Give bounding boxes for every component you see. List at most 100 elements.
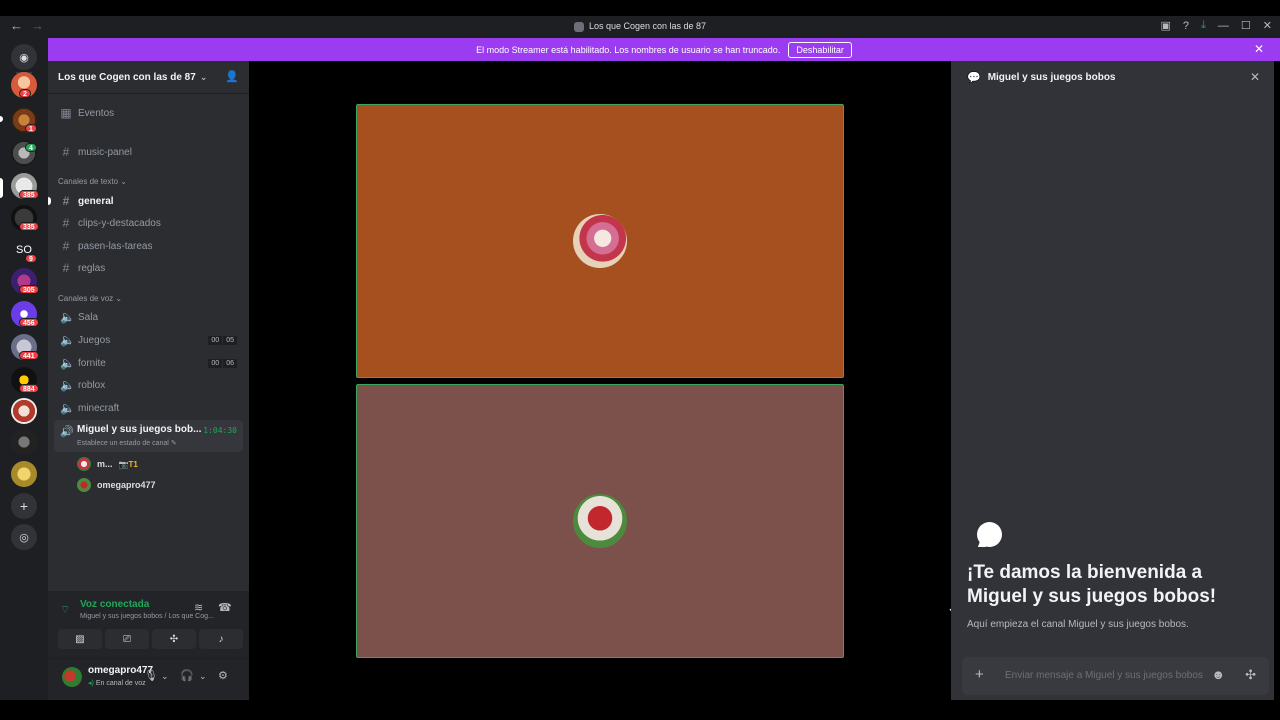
unread-pill <box>0 116 3 122</box>
avatar <box>77 478 91 492</box>
participant-tile[interactable] <box>356 384 844 658</box>
channel-reglas[interactable]: # reglas <box>54 258 243 278</box>
call-timer: 1:04:30 <box>203 426 237 435</box>
voice-location[interactable]: Miguel y sus juegos bobos / Los que Cog.… <box>80 613 214 620</box>
voice-channel-roblox[interactable]: 🔈 roblox <box>54 375 243 395</box>
unread-badge: 2 <box>19 89 31 98</box>
camera-icon: 📷 <box>118 459 129 469</box>
chat-bubble-icon <box>977 522 1002 547</box>
emoji-icon[interactable]: ☻ <box>1211 667 1225 682</box>
apps-icon[interactable]: ✣ <box>1245 667 1256 683</box>
server-icon[interactable] <box>11 398 37 424</box>
participant-tile[interactable] <box>356 104 844 378</box>
close-icon[interactable]: ✕ <box>1250 70 1260 84</box>
hash-icon: # <box>62 261 70 275</box>
voice-channel-active[interactable]: 🔊 Miguel y sus juegos bob... Establece u… <box>54 420 243 452</box>
microphone-icon[interactable]: 🎙 <box>144 669 158 682</box>
channel-label: general <box>78 195 114 207</box>
minimize-icon[interactable]: — <box>1218 20 1229 32</box>
speaker-icon: 🔈 <box>60 333 75 347</box>
calendar-icon: ▦ <box>60 106 72 120</box>
voice-channel-fornite[interactable]: 🔈 fornite 00 06 <box>54 353 243 373</box>
title-bar: ← → Los que Cogen con las de 87 ▣ ? ⤓ — … <box>0 16 1280 38</box>
soundboard-icon[interactable]: ♪ <box>199 629 243 649</box>
unread-badge: 441 <box>19 351 39 360</box>
voice-user[interactable]: m... 📷T1 <box>77 457 138 471</box>
unread-badge: 335 <box>19 222 39 231</box>
channel-label: fornite <box>78 357 106 369</box>
message-placeholder: Enviar mensaje a Miguel y sus juegos bob… <box>1005 670 1203 681</box>
headphones-icon[interactable]: 🎧 <box>180 669 194 682</box>
chevron-down-icon: ⌄ <box>115 294 123 303</box>
selected-pill <box>0 178 3 198</box>
server-rail: ◉ 2 1 4 385 335 SO 9 305 456 441 884 + ◎ <box>0 38 48 700</box>
voice-category[interactable]: Canales de voz ⌄ <box>58 294 122 303</box>
hash-icon: # <box>62 145 70 159</box>
download-icon[interactable]: ⤓ <box>1201 19 1206 32</box>
disconnect-icon[interactable]: ☎ <box>218 601 232 614</box>
text-category[interactable]: Canales de texto ⌄ <box>58 177 127 186</box>
discord-home-icon[interactable]: ◉ <box>11 44 37 70</box>
voice-channel-sala[interactable]: 🔈 Sala <box>54 307 243 327</box>
camera-off-icon[interactable]: ▨ <box>58 629 102 649</box>
speaker-icon: 🔈 <box>60 401 75 415</box>
user-panel: omegapro477 ◂) En canal de voz 🎙 ⌄ 🎧 ⌄ ⚙ <box>48 659 249 700</box>
screen-share-icon[interactable]: ⎚ <box>105 629 149 649</box>
discover-icon[interactable]: ◎ <box>11 524 37 550</box>
message-input[interactable]: + Enviar mensaje a Miguel y sus juegos b… <box>962 657 1269 695</box>
server-icon[interactable] <box>11 461 37 487</box>
channel-label: clips-y-destacados <box>78 217 161 229</box>
chevron-down-icon[interactable]: ⌄ <box>199 671 207 682</box>
channel-label: Juegos <box>78 334 111 346</box>
voice-channel-minecraft[interactable]: 🔈 minecraft <box>54 398 243 418</box>
unread-badge: 1 <box>25 124 37 133</box>
channel-label: reglas <box>78 262 106 274</box>
signal-icon[interactable]: ⌔ <box>60 603 70 617</box>
chat-header-title: Miguel y sus juegos bobos <box>987 72 1116 83</box>
add-server-icon[interactable]: + <box>11 493 37 519</box>
close-icon[interactable]: ✕ <box>1254 42 1264 56</box>
activities-icon[interactable]: ✣ <box>152 629 196 649</box>
voice-chat-panel: 💬 Miguel y sus juegos bobos ✕ ¡Te damos … <box>951 61 1274 700</box>
chevron-down-icon: ⌄ <box>120 177 127 186</box>
channel-music-panel[interactable]: # music-panel <box>54 142 243 162</box>
status-prompt-text: Establece un estado de canal <box>77 440 169 447</box>
voice-status[interactable]: Voz conectada <box>80 599 149 610</box>
welcome-heading: ¡Te damos la bienvenida a Miguel y sus j… <box>967 562 1217 607</box>
tag-text: T1 <box>128 459 138 469</box>
chevron-down-icon[interactable]: ⌄ <box>161 671 169 682</box>
speaker-icon: 🔈 <box>60 378 75 392</box>
inbox-icon[interactable]: ▣ <box>1161 19 1171 32</box>
speaker-icon: ◂) <box>88 680 94 687</box>
count-limit: 05 <box>223 335 237 345</box>
close-icon[interactable]: ✕ <box>1263 19 1272 32</box>
channel-pasen-las-tareas[interactable]: # pasen-las-tareas <box>54 236 243 256</box>
avatar[interactable] <box>62 667 82 687</box>
avatar <box>77 457 91 471</box>
plus-icon[interactable]: + <box>975 666 984 683</box>
unread-pill <box>48 197 51 205</box>
events-item[interactable]: ▦ Eventos <box>54 103 243 123</box>
voice-channel-juegos[interactable]: 🔈 Juegos 00 05 <box>54 330 243 350</box>
maximize-icon[interactable]: ☐ <box>1241 19 1251 32</box>
channel-general[interactable]: # general <box>54 191 243 211</box>
disable-streamer-button[interactable]: Deshabilitar <box>788 41 852 58</box>
gear-icon[interactable]: ⚙ <box>218 669 228 682</box>
unread-badge: 456 <box>19 318 39 327</box>
category-label: Canales de texto <box>58 177 119 186</box>
window-title-text: Los que Cogen con las de 87 <box>588 21 707 31</box>
server-header[interactable]: Los que Cogen con las de 87 ⌄ 👤 <box>48 61 249 94</box>
user-status: ◂) En canal de voz <box>88 679 146 687</box>
channel-status-prompt[interactable]: Establece un estado de canal ✎ <box>77 439 177 447</box>
help-icon[interactable]: ? <box>1183 20 1189 32</box>
voice-user-name: omegapro477 <box>97 480 156 490</box>
invite-people-icon[interactable]: 👤 <box>225 70 239 83</box>
window-title: Los que Cogen con las de 87 <box>0 21 1280 32</box>
noise-suppression-icon[interactable]: ≋ <box>194 601 203 614</box>
voice-user[interactable]: omegapro477 <box>77 478 156 492</box>
server-icon[interactable] <box>11 429 37 455</box>
channel-clips-y-destacados[interactable]: # clips-y-destacados <box>54 213 243 233</box>
channel-label: roblox <box>78 379 106 391</box>
count-current: 00 <box>208 335 223 345</box>
chat-bubble-icon: 💬 <box>967 72 981 84</box>
